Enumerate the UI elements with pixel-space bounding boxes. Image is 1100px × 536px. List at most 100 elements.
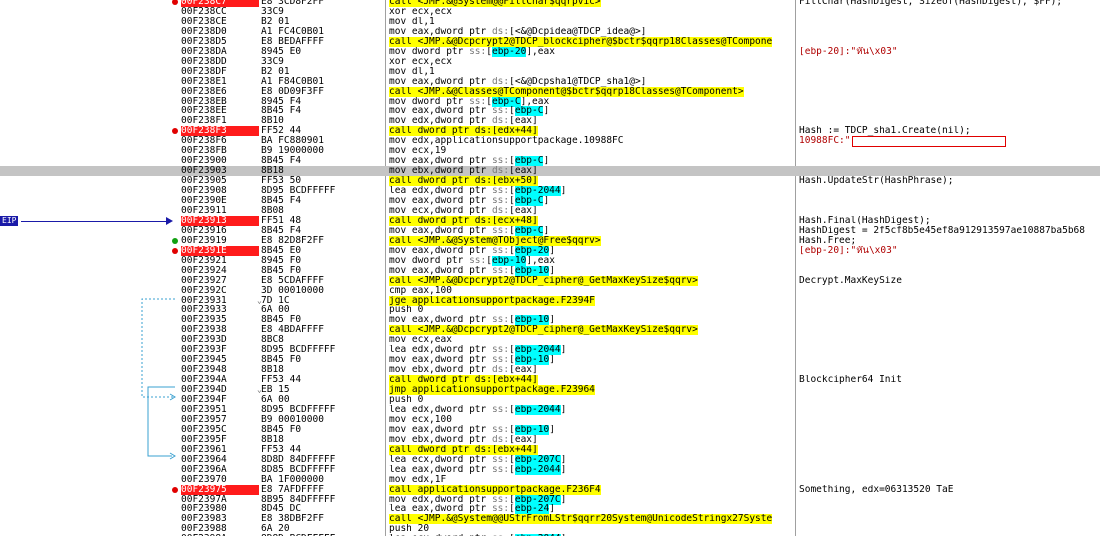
instruction-disasm[interactable]: mov eax,dword ptr ss:[ebp-C] xyxy=(389,225,794,236)
instruction-row[interactable]: 00F2390E 8B45 F4 mov eax,dword ptr ss:[ebp… xyxy=(0,196,1100,206)
instruction-comment[interactable]: Decrypt.MaxKeySize xyxy=(799,276,1100,286)
instruction-disasm[interactable]: lea edx,dword ptr ss:[ebp-2044] xyxy=(389,186,794,197)
instruction-row[interactable]: 00F23975 E8 7AFDFFFF call applicationsuppo… xyxy=(0,484,1100,495)
instruction-row[interactable]: 00F238EE 8B45 F4 mov eax,dword ptr ss:[ebp… xyxy=(0,106,1100,117)
instruction-row[interactable]: 00F238DA 8945 E0 mov dword ptr ss:[ebp-20]… xyxy=(0,46,1100,57)
instruction-row[interactable]: 00F23951 8D95 BCDFFFFF lea edx,dword ptr s… xyxy=(0,404,1100,415)
instruction-disasm[interactable]: mov eax,dword ptr ss:[ebp-10] xyxy=(389,424,794,435)
instruction-disasm[interactable]: mov ebx,dword ptr ds:[eax] xyxy=(389,435,794,445)
instruction-row[interactable]: 00F23964 8D8D 84DFFFFF lea ecx,dword ptr s… xyxy=(0,454,1100,465)
instruction-row[interactable]: 00F2397A 8B95 84DFFFFF mov edx,dword ptr s… xyxy=(0,494,1100,505)
instruction-row[interactable]: 00F23924 8B45 F0 mov eax,dword ptr ss:[ebp… xyxy=(0,265,1100,276)
instruction-disasm[interactable]: mov ebx,dword ptr ds:[eax] xyxy=(389,365,794,375)
breakpoint-disabled-icon[interactable] xyxy=(172,237,178,244)
instruction-comment[interactable]: [ebp-20]:"ห๊น\x03" xyxy=(799,246,1100,256)
instruction-disasm[interactable]: mov dword ptr ss:[ebp-20],eax xyxy=(389,46,794,57)
instruction-disasm[interactable]: call <JMP.&@Classes@TComponent@$bctr$qqr… xyxy=(389,86,794,97)
instruction-disasm[interactable]: call <JMP.&@System@TObject@Free$qqrv> xyxy=(389,235,794,246)
instruction-row[interactable]: 00F2396A 8D85 BCDFFFFF lea eax,dword ptr s… xyxy=(0,464,1100,475)
instruction-disasm[interactable]: mov dl,1 xyxy=(389,17,794,27)
instruction-row[interactable]: 00F238D5 E8 BEDAFFFF call <JMP.&@Dcpcrypt2… xyxy=(0,36,1100,47)
instruction-disasm[interactable]: mov eax,dword ptr ss:[ebp-10] xyxy=(389,355,794,366)
instruction-row[interactable]: 00F23948 8B18 mov ebx,dword ptr ds:[eax] xyxy=(0,365,1100,375)
instruction-comment[interactable]: FillChar(HashDigest, Sizeof(HashDigest),… xyxy=(799,0,1100,7)
instruction-row[interactable]: 00F23938 E8 4BDAFFFF call <JMP.&@Dcpcrypt2… xyxy=(0,325,1100,336)
disassembly-view[interactable]: 00F238C7 E8 3CD8F2FF call <JMP.&@System@@F… xyxy=(0,0,1100,536)
instruction-disasm[interactable]: call dword ptr ds:[ebx+50] xyxy=(389,176,794,187)
instruction-disasm[interactable]: push 0 xyxy=(389,395,794,405)
instruction-disasm[interactable]: mov eax,dword ptr ss:[ebp-C] xyxy=(389,106,794,117)
instruction-row[interactable]: 00F2393F 8D95 BCDFFFFF lea edx,dword ptr s… xyxy=(0,345,1100,356)
instruction-row[interactable]: 00F23911 8B08 mov ecx,dword ptr ds:[eax] xyxy=(0,205,1100,216)
instruction-disasm[interactable]: cmp eax,100 xyxy=(389,286,794,296)
instruction-comment[interactable]: Hash.UpdateStr(HashPhrase); xyxy=(799,176,1100,186)
instruction-disasm[interactable]: lea edx,dword ptr ss:[ebp-2044] xyxy=(389,345,794,356)
instruction-comment[interactable]: Blockcipher64 Init xyxy=(799,375,1100,385)
instruction-row[interactable]: 00F2391E 8B45 E0 mov eax,dword ptr ss:[ebp… xyxy=(0,245,1100,256)
instruction-row[interactable]: 00F23988 6A 20 push 20 xyxy=(0,524,1100,534)
breakpoint-icon[interactable] xyxy=(172,0,178,5)
instruction-row[interactable]: 00F238F3 FF52 44 call dword ptr ds:[edx+44… xyxy=(0,126,1100,137)
instruction-disasm[interactable]: mov dl,1 xyxy=(389,67,794,77)
instruction-disasm[interactable]: mov edx,dword ptr ss:[ebp-207C] xyxy=(389,494,794,505)
instruction-disasm[interactable]: mov eax,dword ptr ss:[ebp-20] xyxy=(389,245,794,256)
instruction-disasm[interactable]: mov ebx,dword ptr ds:[eax] xyxy=(389,166,794,176)
instruction-row[interactable]: 00F23970 BA 1F000000 mov edx,1F xyxy=(0,474,1100,485)
instruction-disasm[interactable]: mov eax,dword ptr ss:[ebp-10] xyxy=(389,315,794,326)
instruction-disasm[interactable]: call dword ptr ds:[ebx+44] xyxy=(389,375,794,386)
instruction-disasm[interactable]: call dword ptr ds:[ebx+44] xyxy=(389,444,794,455)
instruction-comment[interactable]: HashDigest = 2f5cf8b5e45ef8a912913597ae1… xyxy=(799,226,1100,236)
instruction-row[interactable]: 00F2392C 3D 00010000 cmp eax,100 xyxy=(0,285,1100,296)
instruction-comment[interactable]: Hash.Final(HashDigest); xyxy=(799,216,1100,226)
instruction-disasm[interactable]: mov ecx,eax xyxy=(389,335,794,345)
instruction-row[interactable]: 00F238FB B9 19000000 mov ecx,19 xyxy=(0,146,1100,156)
instruction-row[interactable]: 00F238E6 E8 0D09F3FF call <JMP.&@Classes@T… xyxy=(0,86,1100,97)
instruction-row[interactable]: 00F23905 FF53 50 call dword ptr ds:[ebx+50… xyxy=(0,176,1100,187)
instruction-row[interactable]: 00F23961 FF53 44 call dword ptr ds:[ebx+44… xyxy=(0,444,1100,455)
instruction-disasm[interactable]: mov edx,dword ptr ds:[eax] xyxy=(389,116,794,126)
instruction-row[interactable]: 00F23916 8B45 F4 mov eax,dword ptr ss:[ebp… xyxy=(0,225,1100,236)
instruction-disasm[interactable]: call <JMP.&@Dcpcrypt2@TDCP_cipher@_GetMa… xyxy=(389,275,794,286)
instruction-disasm[interactable]: mov ecx,dword ptr ds:[eax] xyxy=(389,206,794,216)
instruction-disasm[interactable]: push 20 xyxy=(389,524,794,534)
instruction-disasm[interactable]: mov eax,dword ptr ss:[ebp-C] xyxy=(389,196,794,206)
instruction-comment[interactable]: Hash := TDCP_sha1.Create(nil); xyxy=(799,126,1100,136)
instruction-row[interactable]: 00F238C7 E8 3CD8F2FF call <JMP.&@System@@F… xyxy=(0,0,1100,7)
instruction-disasm[interactable]: push 0 xyxy=(389,305,794,315)
instruction-row[interactable]: 00F23903 8B18 mov ebx,dword ptr ds:[eax] xyxy=(0,166,1100,177)
instruction-row[interactable]: 00F238CE B2 01 mov dl,1 xyxy=(0,16,1100,27)
instruction-row[interactable]: 00F2393D 8BC8 mov ecx,eax xyxy=(0,335,1100,345)
instruction-disasm[interactable]: lea eax,dword ptr ss:[ebp-2044] xyxy=(389,464,794,475)
instruction-disasm[interactable]: mov ecx,19 xyxy=(389,146,794,156)
instruction-row[interactable]: 00F23919 E8 82D8F2FF call <JMP.&@System@TO… xyxy=(0,235,1100,246)
instruction-comment[interactable]: [ebp-20]:"ห๊น\x03" xyxy=(799,47,1100,57)
breakpoint-icon[interactable] xyxy=(172,247,178,254)
instruction-row[interactable]: 00F23927 E8 5CDAFFFF call <JMP.&@Dcpcrypt2… xyxy=(0,275,1100,286)
instruction-disasm[interactable]: lea ecx,dword ptr ss:[ebp-207C] xyxy=(389,454,794,465)
instruction-disasm[interactable]: jmp applicationsupportpackage.F23964 xyxy=(389,385,794,396)
instruction-row[interactable]: 00F23931 ⌄ 7D 1C jge applicationsupportpack… xyxy=(0,295,1100,306)
instruction-row[interactable]: 00F238CC 33C9 xor ecx,ecx xyxy=(0,6,1100,17)
breakpoint-icon[interactable] xyxy=(172,128,178,135)
instruction-disasm[interactable]: mov eax,dword ptr ss:[ebp-10] xyxy=(389,265,794,276)
instruction-disasm[interactable]: mov edx,applicationsupportpackage.10988F… xyxy=(389,136,794,146)
instruction-row[interactable]: 00F23921 8945 F0 mov dword ptr ss:[ebp-10]… xyxy=(0,255,1100,266)
instruction-disasm[interactable]: mov dword ptr ss:[ebp-10],eax xyxy=(389,255,794,266)
breakpoint-icon[interactable] xyxy=(172,486,178,493)
instruction-row[interactable]: 00F238DF B2 01 mov dl,1 xyxy=(0,66,1100,77)
instruction-disasm[interactable]: mov eax,dword ptr ss:[ebp-C] xyxy=(389,156,794,167)
instruction-disasm[interactable]: call dword ptr ds:[edx+44] xyxy=(389,126,794,137)
instruction-row[interactable]: 00F23900 8B45 F4 mov eax,dword ptr ss:[ebp… xyxy=(0,156,1100,167)
instruction-disasm[interactable]: call applicationsupportpackage.F236F4 xyxy=(389,484,794,495)
instruction-disasm[interactable]: jge applicationsupportpackage.F2394F xyxy=(389,295,794,306)
instruction-disasm[interactable]: mov ecx,100 xyxy=(389,415,794,425)
instruction-row[interactable]: 00F23983 E8 38DBF2FF call <JMP.&@System@@U… xyxy=(0,514,1100,525)
instruction-row[interactable]: 00F238F1 8B10 mov edx,dword ptr ds:[eax] xyxy=(0,116,1100,126)
instruction-row[interactable]: 00F23933 6A 00 push 0 xyxy=(0,305,1100,315)
instruction-disasm[interactable]: call <JMP.&@Dcpcrypt2@TDCP_blockcipher@$… xyxy=(389,36,794,47)
instruction-row[interactable]: 00F238D0 A1 FC4C0B01 mov eax,dword ptr ds:… xyxy=(0,26,1100,37)
instruction-disasm[interactable]: mov dword ptr ss:[ebp-C],eax xyxy=(389,96,794,107)
instruction-comment[interactable]: Something, edx=06313520 TaE xyxy=(799,485,1100,495)
instruction-disasm[interactable]: mov eax,dword ptr ds:[<&@Dcpsha1@TDCP_sh… xyxy=(389,77,794,87)
instruction-row[interactable]: 00F23957 B9 00010000 mov ecx,100 xyxy=(0,414,1100,425)
